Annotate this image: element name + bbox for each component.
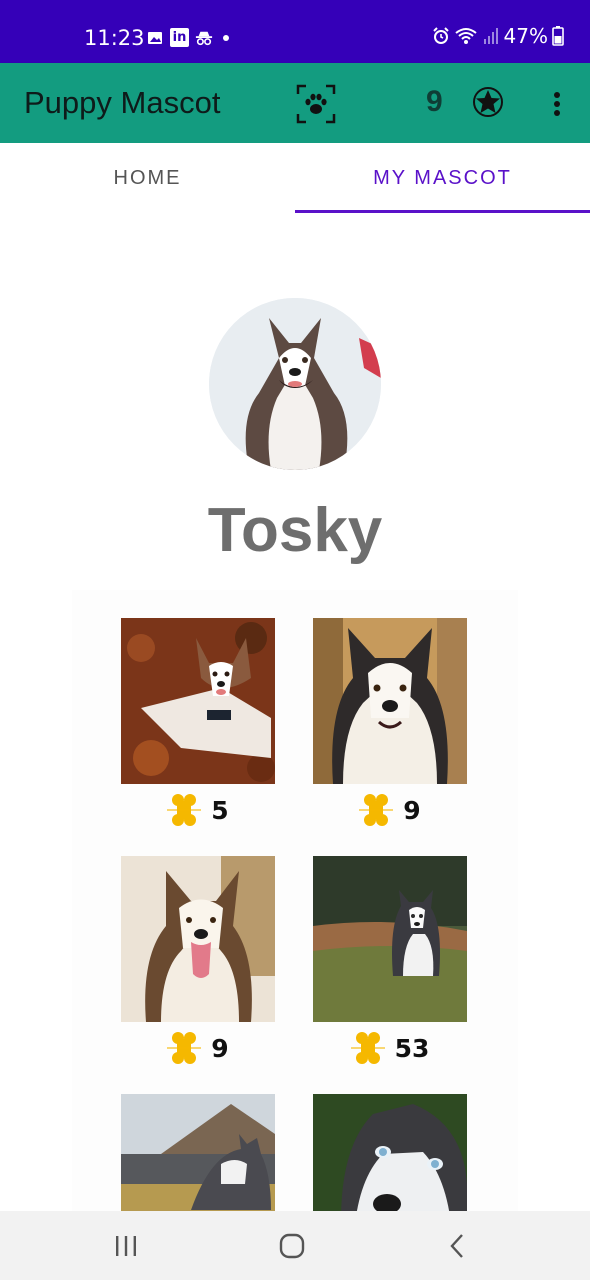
bone-icon xyxy=(167,794,202,826)
status-bar: 11:23 in 47% xyxy=(0,0,590,63)
paw-scan-button[interactable] xyxy=(296,84,336,124)
gallery-card[interactable]: 53 xyxy=(313,856,467,1066)
tab-home[interactable]: HOME xyxy=(0,143,295,213)
like-count: 9 xyxy=(211,1033,229,1063)
more-vert-dot xyxy=(554,110,560,116)
bone-icon xyxy=(167,1032,202,1064)
like-count: 9 xyxy=(403,795,421,825)
star-badge-button[interactable] xyxy=(472,86,504,118)
gallery-card[interactable]: 5 xyxy=(121,618,275,828)
husky-photo[interactable] xyxy=(313,856,467,1022)
app-title: Puppy Mascot xyxy=(24,85,221,120)
alarm-icon xyxy=(432,27,450,45)
image-icon xyxy=(146,29,164,47)
like-count: 53 xyxy=(394,1033,430,1063)
card-stats: 9 xyxy=(121,1030,275,1066)
battery-icon xyxy=(552,26,564,46)
husky-photo[interactable] xyxy=(121,1094,275,1230)
tab-my-mascot[interactable]: MY MASCOT xyxy=(295,143,590,213)
battery-percent: 47% xyxy=(503,24,548,48)
star-badge-icon xyxy=(473,87,503,117)
system-nav-bar xyxy=(0,1211,590,1280)
gallery-card[interactable]: 9 xyxy=(121,856,275,1066)
home-icon xyxy=(279,1233,305,1259)
recents-button[interactable] xyxy=(106,1231,146,1261)
more-vert-dot xyxy=(554,101,560,107)
bone-icon xyxy=(350,1032,385,1064)
status-notification-icons: in xyxy=(146,28,229,47)
back-icon xyxy=(450,1234,463,1258)
home-button[interactable] xyxy=(272,1231,312,1261)
linkedin-icon: in xyxy=(170,28,189,47)
points-count: 9 xyxy=(426,85,443,118)
incognito-icon xyxy=(195,29,213,47)
gallery-card[interactable] xyxy=(121,1094,275,1230)
wifi-icon xyxy=(454,27,478,45)
more-vert-icon xyxy=(554,92,560,98)
husky-photo[interactable] xyxy=(313,1094,467,1230)
mascot-gallery: 5 9 9 53 xyxy=(72,590,518,1230)
husky-photo[interactable] xyxy=(313,618,467,784)
tab-bar: HOME MY MASCOT xyxy=(0,143,590,213)
app-bar: Puppy Mascot 9 xyxy=(0,63,590,143)
dot-icon xyxy=(223,34,229,41)
status-system-icons: 47% xyxy=(432,24,564,48)
recents-icon xyxy=(116,1236,136,1256)
mascot-avatar xyxy=(209,298,381,470)
signal-icon xyxy=(482,27,500,45)
husky-photo[interactable] xyxy=(121,618,275,784)
mascot-name: Tosky xyxy=(207,496,383,565)
gallery-card[interactable] xyxy=(313,1094,467,1230)
status-time: 11:23 xyxy=(84,26,145,50)
like-count: 5 xyxy=(211,795,229,825)
card-stats: 5 xyxy=(121,792,275,828)
paw-scan-icon xyxy=(296,84,336,124)
card-stats: 9 xyxy=(313,792,467,828)
back-button[interactable] xyxy=(438,1231,478,1261)
card-stats: 53 xyxy=(313,1030,467,1066)
bone-icon xyxy=(359,794,394,826)
gallery-card[interactable]: 9 xyxy=(313,618,467,828)
husky-photo[interactable] xyxy=(121,856,275,1022)
more-options-button[interactable] xyxy=(547,89,567,119)
